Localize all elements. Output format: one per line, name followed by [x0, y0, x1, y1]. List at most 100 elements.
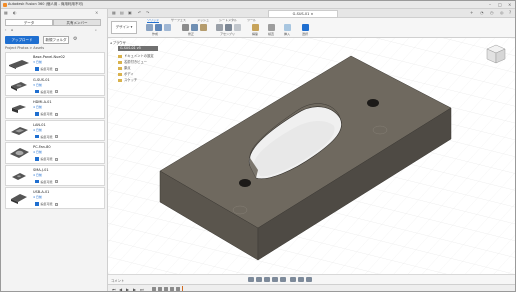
- close-icon[interactable]: ×: [508, 2, 511, 7]
- offset-plane-icon[interactable]: [252, 24, 259, 31]
- browser-header[interactable]: ◂ ブラウザ: [110, 40, 166, 45]
- browser-item-sketches[interactable]: スケッチ: [118, 77, 137, 82]
- minimize-icon[interactable]: –: [489, 2, 491, 7]
- timeline-sketch-icon[interactable]: [164, 287, 168, 291]
- tab-mesh[interactable]: メッシュ: [197, 18, 209, 22]
- insert-image-icon[interactable]: [284, 24, 291, 31]
- browser-item-bodies[interactable]: ボディ: [118, 71, 134, 76]
- file-name: HDMI-A-01: [33, 100, 52, 104]
- browser-root-node[interactable]: G-SUS-01 v5: [118, 46, 158, 51]
- timeline-extrude-icon[interactable]: [170, 287, 174, 291]
- search-icon[interactable]: ⌕: [95, 28, 97, 32]
- undo-icon[interactable]: ↶: [138, 10, 141, 15]
- add-tab-icon[interactable]: +: [470, 10, 473, 15]
- flag-icon: [54, 135, 58, 138]
- help-icon[interactable]: ?: [509, 10, 511, 15]
- browser-item-document-settings[interactable]: ドキュメントの設定: [118, 53, 154, 58]
- grid-settings-icon[interactable]: [298, 277, 304, 282]
- tab-surface[interactable]: サーフェス: [171, 18, 186, 22]
- timeline-extrude-icon[interactable]: [158, 287, 162, 291]
- folder-icon: [118, 78, 122, 82]
- new-component-icon[interactable]: [146, 24, 153, 31]
- redo-icon[interactable]: ↷: [146, 10, 149, 15]
- revolve-icon[interactable]: [164, 24, 171, 31]
- list-item[interactable]: HDMI-A-01 4 日前 編集可能: [5, 97, 105, 119]
- part-thumbnail: [10, 148, 29, 158]
- navigation-bar: コメント: [108, 274, 515, 284]
- file-name: PC-Fan-80: [33, 145, 51, 149]
- job-status-icon[interactable]: ◔: [480, 10, 484, 15]
- tab-data[interactable]: データ: [5, 19, 53, 26]
- bell-icon[interactable]: ◎: [500, 10, 504, 15]
- list-item[interactable]: PC-Fan-80 4 日前 編集可能: [5, 142, 105, 164]
- play-icon[interactable]: ▶: [126, 287, 129, 291]
- new-folder-button[interactable]: 新規フォルダ: [43, 36, 69, 44]
- browser-panel: ◂ ブラウザ G-SUS-01 v5 ドキュメントの設定 名前付きビュー 原点 …: [110, 40, 170, 95]
- grid-icon[interactable]: ▦: [4, 10, 8, 15]
- timeline-sketch-icon[interactable]: [152, 287, 156, 291]
- tab-tools[interactable]: ツール: [247, 18, 256, 22]
- breadcrumb[interactable]: Project Photos > Assets: [5, 46, 44, 50]
- gear-icon[interactable]: ⚙: [73, 36, 77, 42]
- comments-label[interactable]: コメント: [111, 278, 124, 283]
- timeline-marker[interactable]: [182, 286, 183, 291]
- move-icon[interactable]: [234, 24, 241, 31]
- tab-document[interactable]: G-SUS-01 ×: [268, 10, 338, 18]
- workspace-switcher[interactable]: デザイン ▾: [111, 21, 137, 34]
- file-date: 4 日前: [33, 127, 42, 132]
- measure-icon[interactable]: [268, 24, 275, 31]
- chamfer-icon[interactable]: [200, 24, 207, 31]
- list-item[interactable]: SMA-J-01 4 日前 編集可能: [5, 164, 105, 186]
- tab-shared[interactable]: 共有メンバー: [53, 19, 101, 26]
- view-cube[interactable]: [484, 42, 508, 66]
- edit-badge: 編集可能: [35, 67, 58, 71]
- part-thumbnail: [12, 105, 26, 113]
- version-icon: [35, 134, 39, 139]
- user-icon[interactable]: ◐: [13, 10, 17, 15]
- pan-icon[interactable]: [264, 277, 270, 282]
- back-icon[interactable]: ‹: [5, 28, 6, 32]
- fillet-icon[interactable]: [191, 24, 198, 31]
- edit-badge: 編集可能: [35, 135, 58, 139]
- extrude-icon[interactable]: [155, 24, 162, 31]
- close-panel-icon[interactable]: ×: [95, 10, 98, 15]
- home-icon[interactable]: ⌂: [11, 28, 13, 32]
- fit-icon[interactable]: [280, 277, 286, 282]
- tab-solid[interactable]: ソリッド: [147, 18, 160, 23]
- viewport-settings-icon[interactable]: [306, 277, 312, 282]
- zoom-icon[interactable]: [272, 277, 278, 282]
- step-back-icon[interactable]: ◀: [119, 287, 122, 291]
- orbit-icon[interactable]: [248, 277, 254, 282]
- flag-icon: [54, 67, 58, 71]
- folder-icon: [118, 66, 122, 70]
- grid-icon[interactable]: ▦: [112, 10, 116, 15]
- upload-button[interactable]: アップロード: [5, 36, 39, 44]
- flag-icon: [54, 157, 58, 161]
- list-item[interactable]: G-SUS-01 3 日前 編集可能: [5, 74, 105, 96]
- window-title: Autodesk Fusion 360 (個人用 - 商用利用不可): [8, 2, 84, 6]
- go-to-start-icon[interactable]: ⏮: [112, 287, 116, 291]
- go-to-end-icon[interactable]: ⏭: [140, 287, 144, 291]
- as-built-joint-icon[interactable]: [225, 24, 232, 31]
- mount-hole-right[interactable]: [367, 99, 379, 107]
- look-at-icon[interactable]: [256, 277, 262, 282]
- joint-icon[interactable]: [216, 24, 223, 31]
- list-item[interactable]: Base-Panel-Nue02 3 日前 編集可能: [5, 52, 105, 74]
- tab-sheet-metal[interactable]: シートメタル: [219, 18, 237, 22]
- document-tab-bar: ▦ ▤ ▣ ↶ ↷ G-SUS-01 × + ◔ ◷ ◎ ?: [108, 9, 515, 18]
- browser-item-named-views[interactable]: 名前付きビュー: [118, 59, 147, 64]
- save-icon[interactable]: ▣: [128, 10, 132, 15]
- group-label: 挿入: [284, 32, 291, 36]
- timeline-hole-icon[interactable]: [176, 287, 180, 291]
- list-item[interactable]: LAN-01 4 日前 編集可能: [5, 119, 105, 141]
- maximize-icon[interactable]: □: [498, 2, 502, 7]
- browser-item-origin[interactable]: 原点: [118, 65, 131, 70]
- list-item[interactable]: USB-A-01 4 日前 編集可能: [5, 187, 105, 209]
- press-pull-icon[interactable]: [182, 24, 189, 31]
- display-settings-icon[interactable]: [290, 277, 296, 282]
- select-icon[interactable]: [302, 24, 309, 31]
- file-icon[interactable]: ▤: [120, 10, 124, 15]
- step-forward-icon[interactable]: ▶: [133, 287, 136, 291]
- mount-hole-left[interactable]: [239, 179, 251, 187]
- clock-icon[interactable]: ◷: [490, 10, 494, 15]
